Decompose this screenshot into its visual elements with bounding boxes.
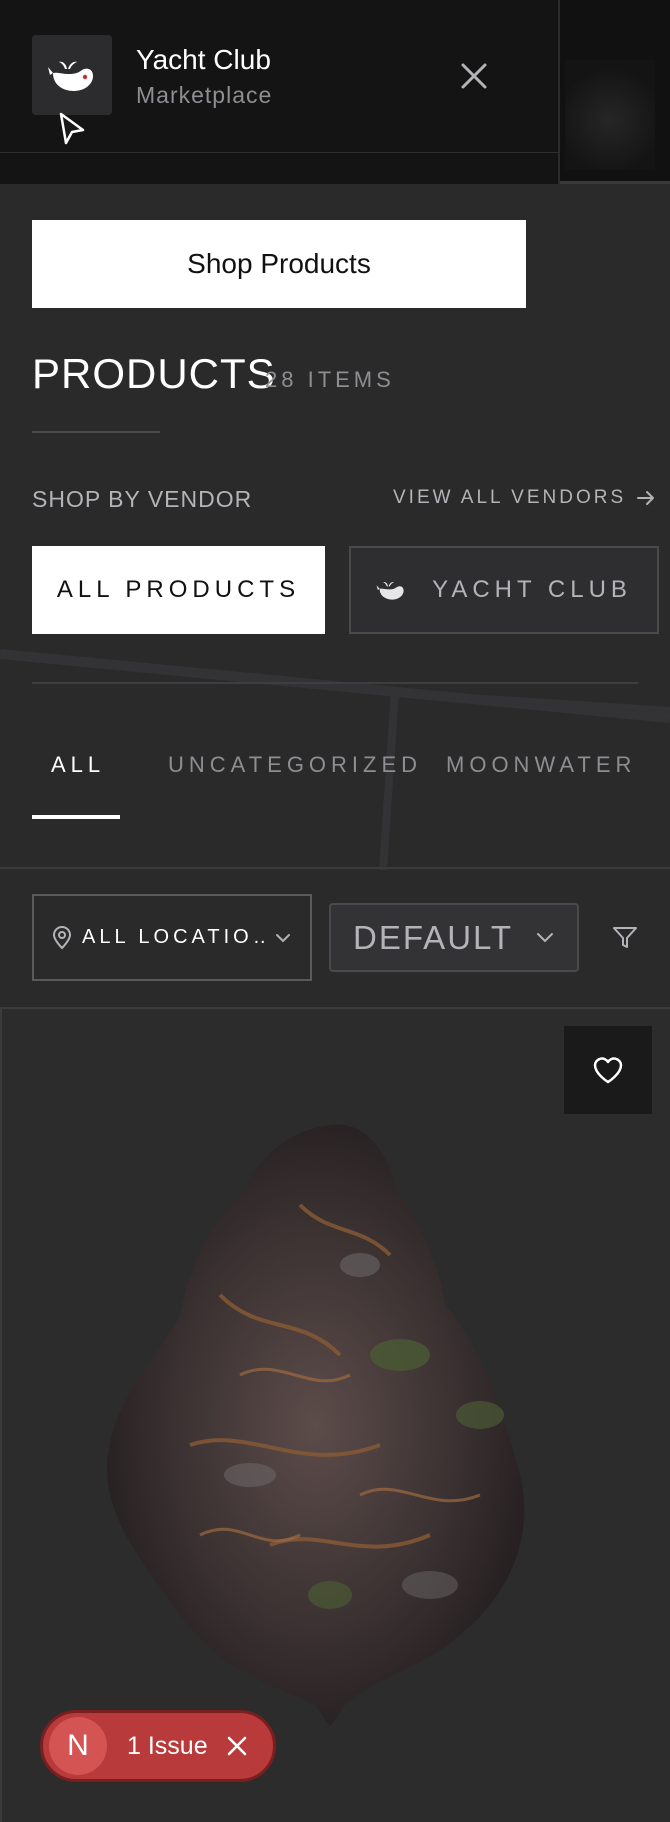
filter-divider [0, 867, 670, 869]
chevron-down-icon [276, 933, 290, 942]
close-icon[interactable] [458, 60, 490, 92]
tab-all[interactable]: ALL [51, 752, 105, 778]
funnel-icon[interactable] [612, 925, 638, 951]
brand-title: Yacht Club [136, 44, 271, 75]
brand-logo[interactable] [32, 35, 112, 115]
next-logo-badge: N [49, 1717, 107, 1775]
items-count: 28 ITEMS [265, 367, 395, 392]
vendor-all-products-label: ALL PRODUCTS [56, 576, 301, 603]
location-select[interactable]: ALL LOCATIO… [32, 894, 312, 981]
vendor-all-products-button[interactable]: ALL PRODUCTS [32, 546, 325, 634]
tab-uncategorized[interactable]: UNCATEGORIZED [168, 752, 422, 778]
tab-moonwater[interactable]: MOONWATER [446, 752, 636, 778]
title-underline [32, 431, 160, 433]
shop-by-vendor-label: SHOP BY VENDOR [32, 486, 253, 512]
background-glow [565, 60, 655, 170]
chevron-down-icon [537, 932, 553, 942]
header-divider [0, 152, 560, 153]
shop-products-button[interactable]: Shop Products [32, 220, 526, 308]
pointer-cursor-icon [59, 112, 85, 145]
product-image [107, 1124, 525, 1727]
sort-select-value: DEFAULT [353, 918, 514, 956]
vendor-yacht-club-label: YACHT CLUB [432, 576, 632, 603]
location-select-value: ALL LOCATIO… [82, 926, 264, 948]
arrow-right-icon [637, 491, 655, 505]
section-divider [32, 682, 638, 684]
whale-icon [376, 582, 404, 600]
issue-label: 1 Issue [127, 1731, 208, 1760]
vendor-yacht-club-button[interactable]: YACHT CLUB [349, 546, 659, 634]
active-tab-indicator [32, 815, 120, 819]
map-pin-icon [52, 925, 72, 949]
sort-select[interactable]: DEFAULT [329, 903, 579, 972]
whale-icon [48, 61, 93, 91]
page-title: PRODUCTS [32, 350, 276, 397]
heart-icon [593, 1057, 623, 1084]
favorite-button[interactable] [564, 1026, 652, 1114]
close-icon[interactable] [226, 1735, 248, 1757]
issue-badge[interactable]: N 1 Issue [40, 1710, 276, 1782]
view-all-vendors-label: VIEW ALL VENDORS [393, 487, 627, 508]
brand-subtitle: Marketplace [136, 82, 273, 108]
view-all-vendors-link[interactable]: VIEW ALL VENDORS [393, 487, 656, 509]
